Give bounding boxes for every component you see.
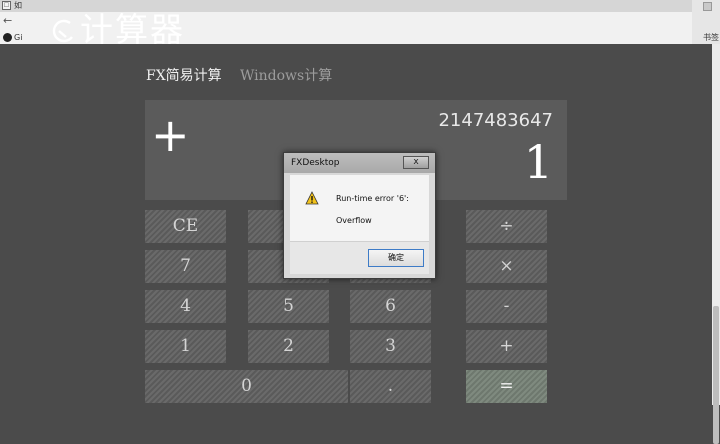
key-7[interactable]: 7 (145, 250, 226, 283)
tab-windows-calc[interactable]: Windows计算 (240, 66, 332, 86)
key-4[interactable]: 4 (145, 290, 226, 323)
key-multiply[interactable]: × (466, 250, 547, 283)
dialog-message: Run-time error '6': (336, 194, 409, 203)
key-decimal[interactable]: . (350, 370, 431, 403)
dialog-footer: 确定 (290, 241, 429, 274)
key-0[interactable]: 0 (145, 370, 348, 403)
tab-fx-simple[interactable]: FX简易计算 (146, 66, 222, 86)
bookmark-item[interactable]: Gi (14, 32, 22, 43)
dialog-titlebar[interactable]: FXDesktop x (284, 153, 435, 173)
key-2[interactable]: 2 (248, 330, 329, 363)
result-readout: 1 (523, 135, 553, 189)
dialog-ok-button[interactable]: 确定 (368, 249, 424, 267)
key-equals[interactable]: = (466, 370, 547, 403)
operator-indicator: + (151, 108, 190, 162)
back-arrow-icon[interactable]: ← (3, 12, 12, 30)
expression-readout: 2147483647 (438, 110, 553, 131)
key-ce[interactable]: CE (145, 210, 226, 243)
dialog-detail: Overflow (336, 216, 372, 225)
key-3[interactable]: 3 (350, 330, 431, 363)
page-scrollbar[interactable] (712, 44, 720, 444)
other-bookmarks-label[interactable]: 书签 (703, 32, 719, 43)
browser-tab-label[interactable]: 如 (14, 0, 22, 11)
calculator-logo-icon (52, 19, 73, 43)
app-title: 计算器 (80, 10, 185, 49)
key-1[interactable]: 1 (145, 330, 226, 363)
dialog-body: Run-time error '6': Overflow 确定 (290, 175, 429, 274)
extension-icon[interactable] (703, 2, 712, 11)
scrollbar-thumb[interactable] (713, 306, 719, 444)
key-plus[interactable]: + (466, 330, 547, 363)
tab-favicon-icon: ☐ (2, 1, 11, 10)
error-dialog: FXDesktop x Run-time error '6': Overflow… (283, 152, 436, 279)
key-divide[interactable]: ÷ (466, 210, 547, 243)
github-icon (3, 33, 12, 42)
key-minus[interactable]: - (466, 290, 547, 323)
key-6[interactable]: 6 (350, 290, 431, 323)
dialog-title: FXDesktop (291, 158, 340, 168)
dialog-close-button[interactable]: x (403, 156, 429, 169)
warning-icon (305, 191, 319, 205)
key-5[interactable]: 5 (248, 290, 329, 323)
browser-right-chrome: 书签 (692, 0, 720, 44)
